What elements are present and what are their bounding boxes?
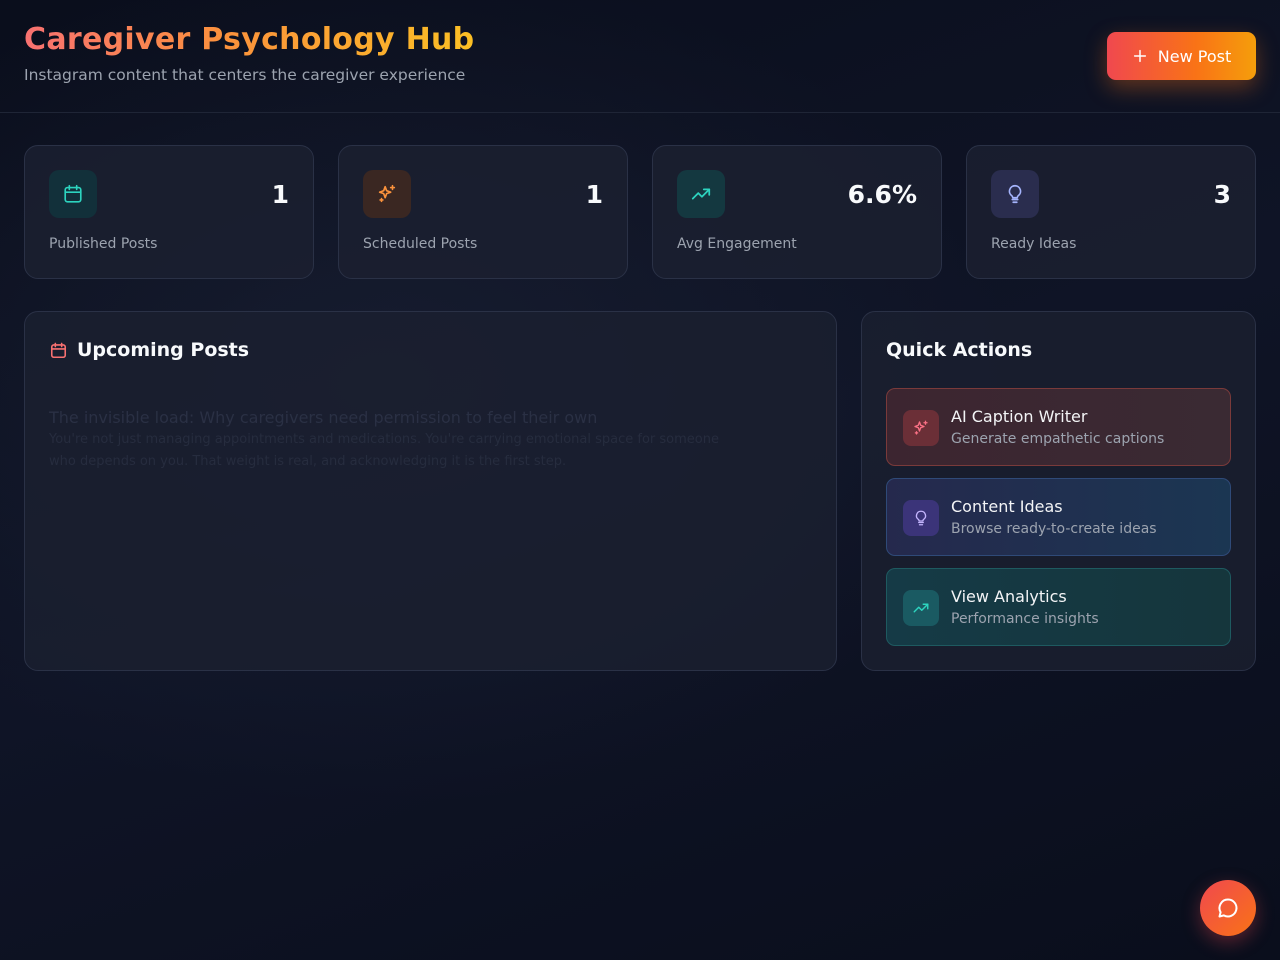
stat-label: Published Posts: [49, 236, 158, 252]
action-title: AI Caption Writer: [951, 407, 1088, 426]
sparkles-icon: [903, 410, 939, 446]
quick-actions-panel: Quick Actions AI Caption Writer Generate…: [861, 311, 1256, 671]
upcoming-posts-label: Upcoming Posts: [77, 339, 250, 361]
stat-label: Avg Engagement: [677, 236, 797, 252]
lightbulb-icon: [903, 500, 939, 536]
action-description: Performance insights: [951, 611, 1099, 627]
lightbulb-icon: [991, 170, 1039, 218]
stat-card-ideas: 3 Ready Ideas: [966, 145, 1256, 279]
stat-label: Ready Ideas: [991, 236, 1077, 252]
stat-card-engagement: 6.6% Avg Engagement: [652, 145, 942, 279]
trending-up-icon: [903, 590, 939, 626]
stat-label: Scheduled Posts: [363, 236, 478, 252]
view-analytics-button[interactable]: View Analytics Performance insights: [886, 568, 1231, 646]
stat-value: 6.6%: [847, 180, 917, 209]
ai-caption-writer-button[interactable]: AI Caption Writer Generate empathetic ca…: [886, 388, 1231, 466]
stat-value: 3: [1213, 180, 1231, 209]
action-title: View Analytics: [951, 587, 1067, 606]
plus-icon: [1133, 49, 1146, 63]
post-preview-title: The invisible load: Why caregivers need …: [49, 408, 598, 427]
new-post-label: New Post: [1157, 46, 1232, 66]
stat-value: 1: [271, 180, 289, 209]
trending-up-icon: [677, 170, 725, 218]
quick-actions-title: Quick Actions: [886, 339, 1033, 361]
action-description: Browse ready-to-create ideas: [951, 521, 1157, 537]
sparkles-icon: [363, 170, 411, 218]
stat-card-scheduled: 1 Scheduled Posts: [338, 145, 628, 279]
action-description: Generate empathetic captions: [951, 431, 1165, 447]
upcoming-posts-panel: Upcoming Posts The invisible load: Why c…: [24, 311, 837, 671]
chat-button[interactable]: [1200, 880, 1256, 936]
stats-row: 1 Published Posts 1 Scheduled Posts 6.6%…: [24, 145, 1256, 279]
app-title: Caregiver Psychology Hub: [24, 22, 475, 57]
calendar-icon: [49, 170, 97, 218]
new-post-button[interactable]: New Post: [1107, 32, 1256, 80]
app-subtitle: Instagram content that centers the careg…: [24, 66, 466, 84]
upcoming-posts-title: Upcoming Posts: [49, 339, 249, 361]
page-header: Caregiver Psychology Hub Instagram conte…: [0, 0, 1280, 113]
chat-bubble-icon: [1218, 898, 1238, 918]
content-ideas-button[interactable]: Content Ideas Browse ready-to-create ide…: [886, 478, 1231, 556]
stat-value: 1: [585, 180, 603, 209]
action-title: Content Ideas: [951, 497, 1063, 516]
stat-card-published: 1 Published Posts: [24, 145, 314, 279]
calendar-icon: [50, 342, 67, 358]
post-preview[interactable]: The invisible load: Why caregivers need …: [49, 406, 749, 473]
post-preview-body: You're not just managing appointments an…: [49, 432, 719, 469]
